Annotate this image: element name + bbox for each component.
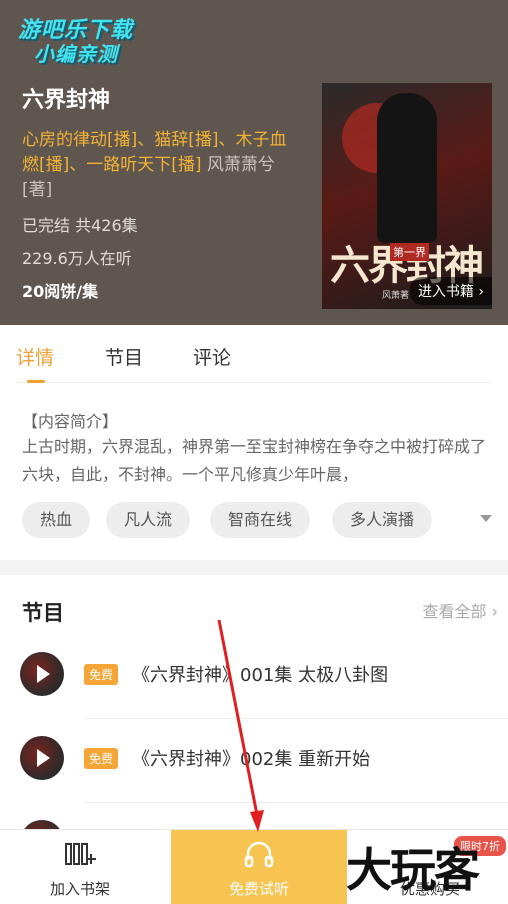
- chevron-right-icon: ›: [491, 602, 498, 621]
- book-cover[interactable]: 六界封神 第一界 风萧著 进入书籍 ›: [322, 83, 492, 309]
- headphones-icon: [244, 841, 274, 868]
- play-icon[interactable]: [37, 665, 50, 683]
- episodes-section: 节目 查看全部 › 免费 《六界封神》001集 太极八卦图 免费 《六界封神》0…: [0, 575, 508, 864]
- book-title: 六界封神: [22, 88, 111, 113]
- free-listen-button[interactable]: 免费试听: [171, 830, 347, 904]
- enter-book-label: 进入书籍: [417, 284, 474, 300]
- listener-count: 229.6万人在听: [22, 249, 132, 268]
- view-all-link[interactable]: 查看全部 ›: [422, 598, 498, 622]
- add-to-shelf-label: 加入书架: [49, 880, 110, 898]
- episode-price: 20阅饼/集: [22, 282, 99, 301]
- tab-comments[interactable]: 评论: [193, 343, 231, 370]
- chevron-right-icon: ›: [478, 284, 484, 300]
- brand-watermark: 大玩客: [346, 843, 480, 897]
- free-badge: 免费: [84, 748, 119, 769]
- episode-row[interactable]: 免费 《六界封神》002集 重新开始: [0, 719, 508, 803]
- episodes-section-title: 节目: [22, 601, 64, 625]
- view-all-label: 查看全部: [422, 602, 487, 621]
- intro-text: 上古时期，六界混乱，神界第一至宝封神榜在争夺之中被打碎成了六块，自此，不封神。一…: [22, 437, 487, 484]
- intro-label: 【内容简介】: [22, 412, 119, 431]
- watermark-logo: 游吧乐下载 小编亲测: [12, 10, 148, 66]
- add-to-shelf-button[interactable]: 加入书架: [0, 830, 160, 904]
- tag-item[interactable]: 凡人流: [106, 502, 191, 538]
- enter-book-button[interactable]: 进入书籍 ›: [409, 277, 492, 305]
- episode-title: 《六界封神》001集 太极八卦图: [132, 665, 389, 686]
- bookshelf-icon: [65, 843, 96, 865]
- watermark-line2: 小编亲测: [34, 42, 118, 66]
- tag-item[interactable]: 热血: [22, 502, 91, 538]
- play-icon[interactable]: [37, 749, 50, 767]
- tab-episodes[interactable]: 节目: [105, 343, 143, 370]
- tag-item[interactable]: 智商在线: [210, 502, 311, 538]
- cover-author: 风萧著: [382, 291, 410, 301]
- book-header: 游吧乐下载 小编亲测 六界封神 心房的律动[播]、猫辞[播]、木子血燃[播]、一…: [0, 0, 508, 325]
- book-status: 已完结 共426集: [22, 216, 138, 235]
- free-badge: 免费: [84, 664, 119, 685]
- tab-active-indicator: [27, 380, 45, 383]
- book-authors: 心房的律动[播]、猫辞[播]、木子血燃[播]、一路听天下[播] 风萧萧兮[著]: [22, 128, 292, 203]
- detail-panel: 详情 节目 评论 【内容简介】 上古时期，六界混乱，神界第一至宝封神榜在争夺之中…: [0, 325, 508, 560]
- tabs-divider: [16, 382, 492, 383]
- free-listen-label: 免费试听: [228, 880, 289, 898]
- episode-row[interactable]: 免费 《六界封神》001集 太极八卦图: [0, 635, 508, 719]
- cover-figure: [377, 93, 437, 243]
- tag-item[interactable]: 多人演播: [332, 502, 433, 538]
- cover-subtitle: 第一界: [390, 243, 429, 261]
- episode-title: 《六界封神》002集 重新开始: [132, 749, 371, 770]
- tab-details[interactable]: 详情: [16, 343, 54, 370]
- expand-tags-icon[interactable]: [480, 515, 492, 522]
